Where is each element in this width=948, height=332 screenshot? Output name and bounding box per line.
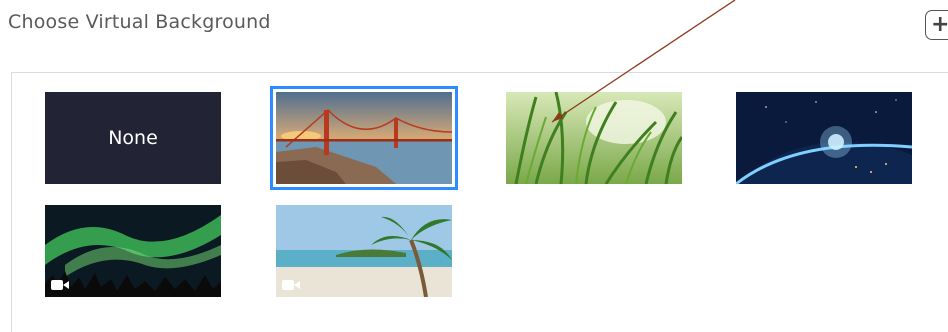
add-background-button[interactable]: + — [925, 10, 948, 40]
background-none[interactable]: None — [45, 92, 221, 184]
plus-icon: + — [931, 12, 948, 37]
video-camera-icon — [51, 280, 69, 290]
background-earth[interactable] — [736, 92, 912, 184]
page-title: Choose Virtual Background — [8, 11, 271, 33]
background-beach[interactable] — [276, 205, 452, 297]
background-aurora[interactable] — [45, 205, 221, 297]
background-grass[interactable] — [506, 92, 682, 184]
background-none-label: None — [108, 127, 158, 149]
background-golden-gate[interactable] — [276, 92, 452, 184]
video-camera-icon — [282, 280, 300, 290]
